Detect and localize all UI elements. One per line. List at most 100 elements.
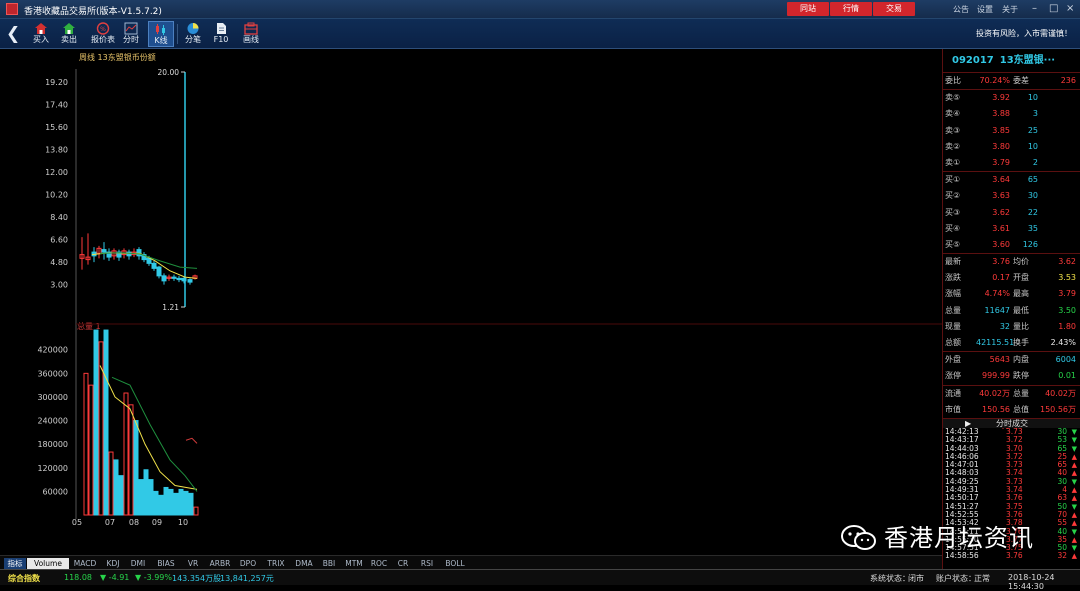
indicator-tab-cr[interactable]: CR — [392, 558, 414, 569]
price-tick-label: 15.60 — [45, 123, 68, 132]
wechat-logo-icon — [841, 525, 876, 550]
order-qty: 35 — [1027, 223, 1038, 233]
stat-row: 总额 42115.51 换手 2.43% — [943, 335, 1080, 351]
candle-body — [171, 276, 177, 279]
kline-chart-area[interactable]: 周线 13东盟银币份额 总量 1 19.20 17.40 15.60 13.80 12.… — [0, 49, 942, 555]
tick-icon — [187, 23, 199, 34]
index-turnover: 13,841,257元 — [220, 574, 274, 583]
buy-row-4: 买④ 3.61 35 — [943, 221, 1080, 237]
indicator-tab-roc[interactable]: ROC — [367, 558, 391, 569]
order-qty: 22 — [1027, 207, 1038, 217]
weibi-row: 委比 70.24% 委差 236 — [943, 73, 1080, 89]
indicator-tab-kdj[interactable]: KDJ — [101, 558, 125, 569]
quote-panel: 092017 13东盟银··· 委比 70.24% 委差 236 卖⑤ 3.92 10… — [942, 49, 1080, 569]
x-axis-label: 10 — [178, 518, 188, 527]
stat-value: 40.02万 — [979, 388, 1010, 398]
buy-orders: 买① 3.64 65 买② 3.63 30 买③ 3.62 22 买④ 3.61 35 买⑤ 3.60 12… — [943, 172, 1080, 253]
order-price: 3.62 — [992, 207, 1010, 217]
quote-table-button[interactable]: % 报价表 — [90, 21, 116, 47]
x-axis-label: 05 — [72, 518, 82, 527]
price-tick-label: 19.20 — [45, 78, 68, 87]
maximize-icon[interactable]: □ — [1049, 3, 1058, 15]
timeshare-button[interactable]: 分时 — [118, 21, 144, 47]
indicator-tab-vr[interactable]: VR — [182, 558, 204, 569]
price-tick-label: 12.00 — [45, 168, 68, 177]
close-icon[interactable]: × — [1066, 3, 1074, 15]
weibi-value: 70.24% — [979, 76, 1010, 85]
candle-body — [161, 275, 167, 282]
stat-label: 均价 — [1013, 257, 1029, 267]
stat-value: 11647 — [984, 305, 1010, 315]
volume-bar — [133, 420, 139, 516]
indicator-tab-boll[interactable]: BOLL — [440, 558, 470, 569]
indicator-tab-macd[interactable]: MACD — [70, 558, 100, 569]
f10-button[interactable]: F10 — [208, 21, 234, 47]
indicator-tab-指标[interactable]: 指标 — [4, 558, 26, 569]
stat-row: 市值150.56万总值150.56万 — [943, 402, 1080, 430]
volume-ma-red-line — [185, 437, 198, 444]
buy-button[interactable]: 买入 — [28, 21, 54, 47]
account-status-label: 账户状态： — [936, 574, 976, 583]
indicator-tab-trix[interactable]: TRIX — [261, 558, 291, 569]
price-tick-label: 6.60 — [50, 236, 68, 245]
stat-value: 40.02万 — [1045, 388, 1076, 398]
timeshare-label: 分时 — [123, 35, 139, 44]
stat-value: 4.74% — [984, 289, 1010, 299]
indicator-tab-dmi[interactable]: DMI — [126, 558, 150, 569]
about-link[interactable]: 关于 — [1002, 4, 1018, 15]
stat-value: 1.80 — [1058, 321, 1076, 331]
kline-button[interactable]: K线 — [148, 21, 174, 47]
timeshare-icon — [124, 22, 138, 35]
stat-value: 3.62 — [1058, 257, 1076, 267]
sell-row-2: 卖② 3.80 10 — [943, 139, 1080, 155]
indicator-tab-arbr[interactable]: ARBR — [205, 558, 235, 569]
volume-tick-label: 420000 — [37, 346, 68, 355]
stat-value: 32 — [999, 321, 1010, 331]
volume-bar — [88, 384, 94, 516]
indicator-tab-volume[interactable]: Volume — [27, 558, 69, 569]
stat-value: 3.79 — [1058, 289, 1076, 299]
quote-table-label: 报价表 — [91, 35, 115, 44]
sell-row-1: 卖① 3.79 2 — [943, 155, 1080, 171]
kline-label: K线 — [154, 36, 168, 45]
indicator-tab-bias[interactable]: BIAS — [151, 558, 181, 569]
minimize-icon[interactable]: – — [1032, 3, 1037, 15]
risk-notice: 投资有风险，入市需谨慎！ — [976, 29, 1072, 38]
stat-label: 跌停 — [1013, 371, 1029, 381]
volume-bar — [103, 329, 109, 516]
order-price: 3.80 — [992, 141, 1010, 151]
back-arrow-icon[interactable]: ❮ — [6, 24, 20, 44]
x-axis-label: 09 — [152, 518, 162, 527]
indicator-tab-dma[interactable]: DMA — [292, 558, 316, 569]
index-pct: ▼ -3.99% — [135, 573, 172, 582]
order-qty: 25 — [1027, 125, 1038, 135]
buy-row-1: 买① 3.64 65 — [943, 172, 1080, 188]
volume-tick-label: 360000 — [37, 369, 68, 378]
tab-tongzhan-button[interactable]: 同站 — [787, 2, 829, 16]
tick-button[interactable]: 分笔 — [180, 21, 206, 47]
volume-ma10-line — [111, 376, 198, 492]
symbol-name: 13东盟银··· — [999, 55, 1056, 66]
indicator-tab-bbi[interactable]: BBI — [317, 558, 341, 569]
order-label: 买④ — [945, 223, 961, 233]
draw-line-button[interactable]: 画线 — [238, 21, 264, 47]
volume-bar — [138, 479, 144, 516]
announcement-link[interactable]: 公告 — [953, 4, 969, 15]
f10-icon — [217, 23, 226, 34]
stat-row: 涨停 999.99 跌停 0.01 — [943, 368, 1080, 384]
sell-row-5: 卖⑤ 3.92 10 — [943, 90, 1080, 106]
tab-trade-button[interactable]: 交易 — [873, 2, 915, 16]
sell-button[interactable]: 卖出 — [56, 21, 82, 47]
settings-link[interactable]: 设置 — [977, 4, 993, 15]
stat-label: 流通 — [945, 388, 961, 398]
tab-market-button[interactable]: 行情 — [830, 2, 872, 16]
stat-value: 3.50 — [1058, 305, 1076, 315]
indicator-tab-dpo[interactable]: DPO — [236, 558, 260, 569]
buy-icon — [35, 23, 47, 34]
stat-row: 流通 40.02万 总量 40.02万 — [943, 386, 1080, 402]
indicator-tab-rsi[interactable]: RSI — [415, 558, 439, 569]
stat-label: 换手 — [1013, 338, 1029, 347]
buy-row-2: 买② 3.63 30 — [943, 188, 1080, 204]
indicator-tab-mtm[interactable]: MTM — [342, 558, 366, 569]
order-qty: 30 — [1027, 191, 1038, 201]
